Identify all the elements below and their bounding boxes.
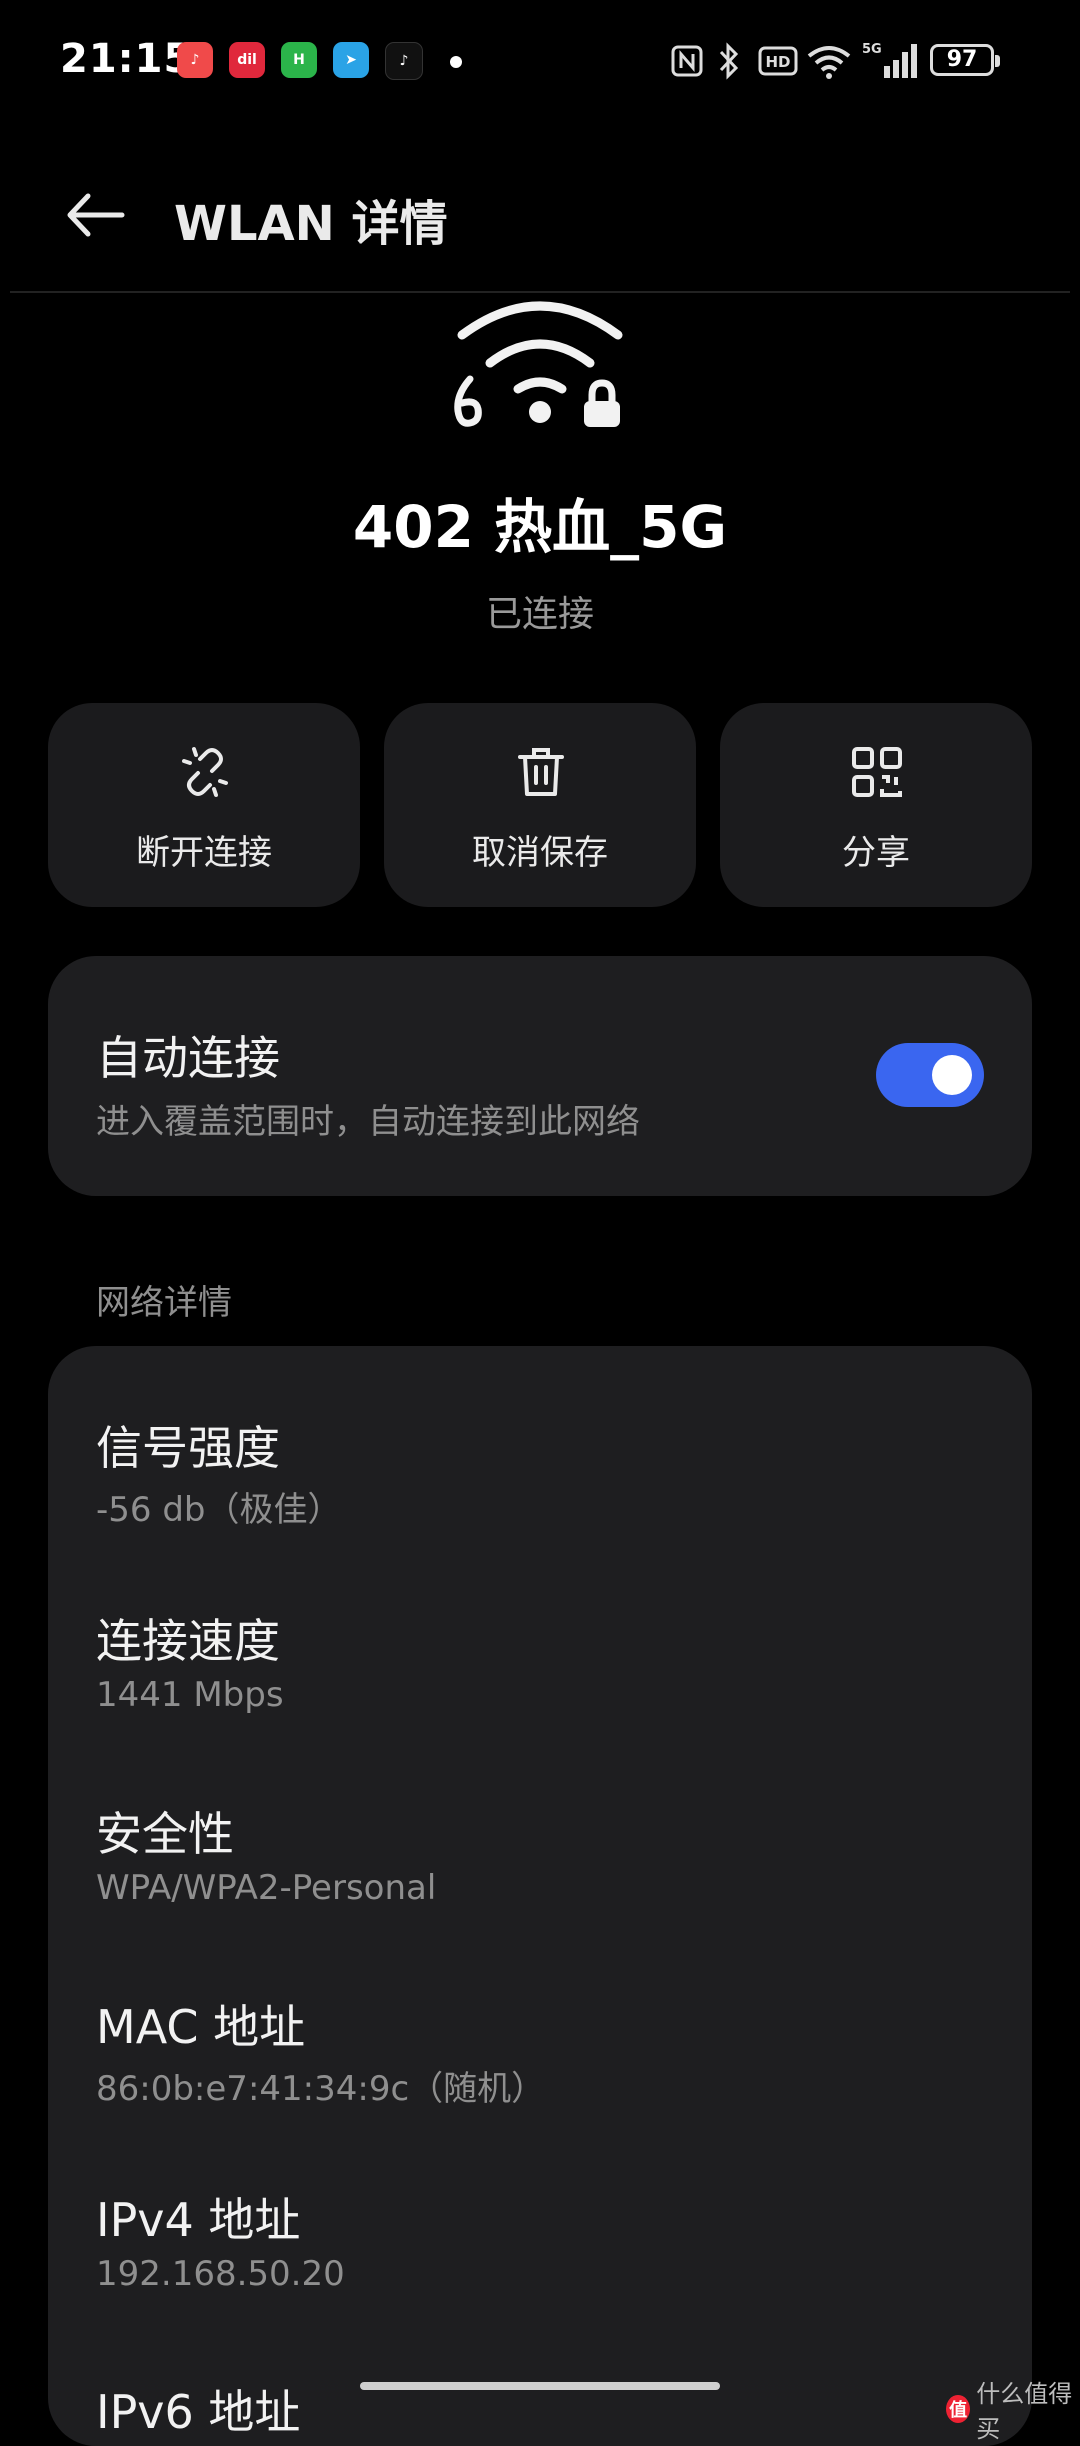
detail-value: 86:0b:e7:41:34:9c（随机） — [96, 2069, 546, 2109]
svg-text:5G: 5G — [862, 42, 882, 57]
hd-voice-icon: HD — [758, 46, 798, 76]
more-notifications-dot — [450, 56, 462, 68]
header-divider — [10, 291, 1070, 293]
network-ssid: 402 热血_5G — [352, 493, 728, 561]
toggle-knob — [932, 1055, 972, 1095]
home-indicator[interactable] — [360, 2382, 720, 2390]
detail-value: -56 db（极佳） — [96, 1490, 342, 1530]
bluetooth-icon — [719, 42, 739, 80]
wifi-status-icon — [807, 46, 851, 79]
forget-network-label: 取消保存 — [472, 833, 608, 873]
detail-title: 信号强度 — [96, 1421, 280, 1475]
network-details-section-label: 网络详情 — [96, 1283, 232, 1323]
disconnect-link-icon — [182, 747, 228, 797]
share-button[interactable]: 分享 — [720, 703, 1032, 907]
disconnect-label: 断开连接 — [136, 833, 272, 873]
qr-code-icon — [852, 747, 902, 797]
detail-title: 连接速度 — [96, 1614, 280, 1668]
wifi-6-locked-icon — [454, 301, 623, 427]
detail-title: IPv6 地址 — [96, 2385, 301, 2439]
battery-indicator: 97 — [930, 44, 1000, 76]
detail-title: 安全性 — [96, 1807, 234, 1861]
notification-app-icon: H — [281, 42, 317, 78]
music-app-icon: ♪ — [177, 42, 213, 78]
auto-connect-title: 自动连接 — [96, 1031, 280, 1085]
5g-signal-icon: 5G — [862, 42, 917, 78]
notification-app-icon: dil — [229, 42, 265, 78]
forget-network-button[interactable]: 取消保存 — [384, 703, 696, 907]
auto-connect-subtitle: 进入覆盖范围时，自动连接到此网络 — [96, 1102, 640, 1142]
connection-status: 已连接 — [485, 594, 594, 635]
detail-title: IPv4 地址 — [96, 2193, 301, 2247]
status-bar: 21:15 ♪ dil H ➤ ♪ HD 5G 97 — [0, 0, 1080, 120]
network-details-card: 信号强度 -56 db（极佳） 连接速度 1441 Mbps 安全性 WPA/W… — [48, 1346, 1032, 2446]
detail-title: MAC 地址 — [96, 2000, 306, 2054]
telegram-icon: ➤ — [333, 42, 369, 78]
back-arrow-icon[interactable] — [60, 180, 130, 250]
disconnect-button[interactable]: 断开连接 — [48, 703, 360, 907]
watermark: 值 什么值得买 — [946, 2374, 1080, 2444]
detail-value: 192.168.50.20 — [96, 2254, 345, 2294]
tiktok-icon: ♪ — [385, 42, 423, 80]
auto-connect-toggle[interactable] — [876, 1043, 984, 1107]
watermark-text: 什么值得买 — [976, 2380, 1073, 2443]
detail-value: WPA/WPA2-Personal — [96, 1868, 437, 1908]
status-time: 21:15 — [60, 36, 193, 82]
trash-icon — [518, 748, 564, 796]
auto-connect-row[interactable]: 自动连接 进入覆盖范围时，自动连接到此网络 — [48, 956, 1032, 1196]
detail-value: 1441 Mbps — [96, 1675, 284, 1715]
nfc-icon — [671, 45, 703, 77]
share-label: 分享 — [842, 833, 910, 873]
svg-text:HD: HD — [765, 53, 790, 71]
page-title: WLAN 详情 — [174, 196, 448, 252]
watermark-badge: 值 — [946, 2395, 971, 2423]
